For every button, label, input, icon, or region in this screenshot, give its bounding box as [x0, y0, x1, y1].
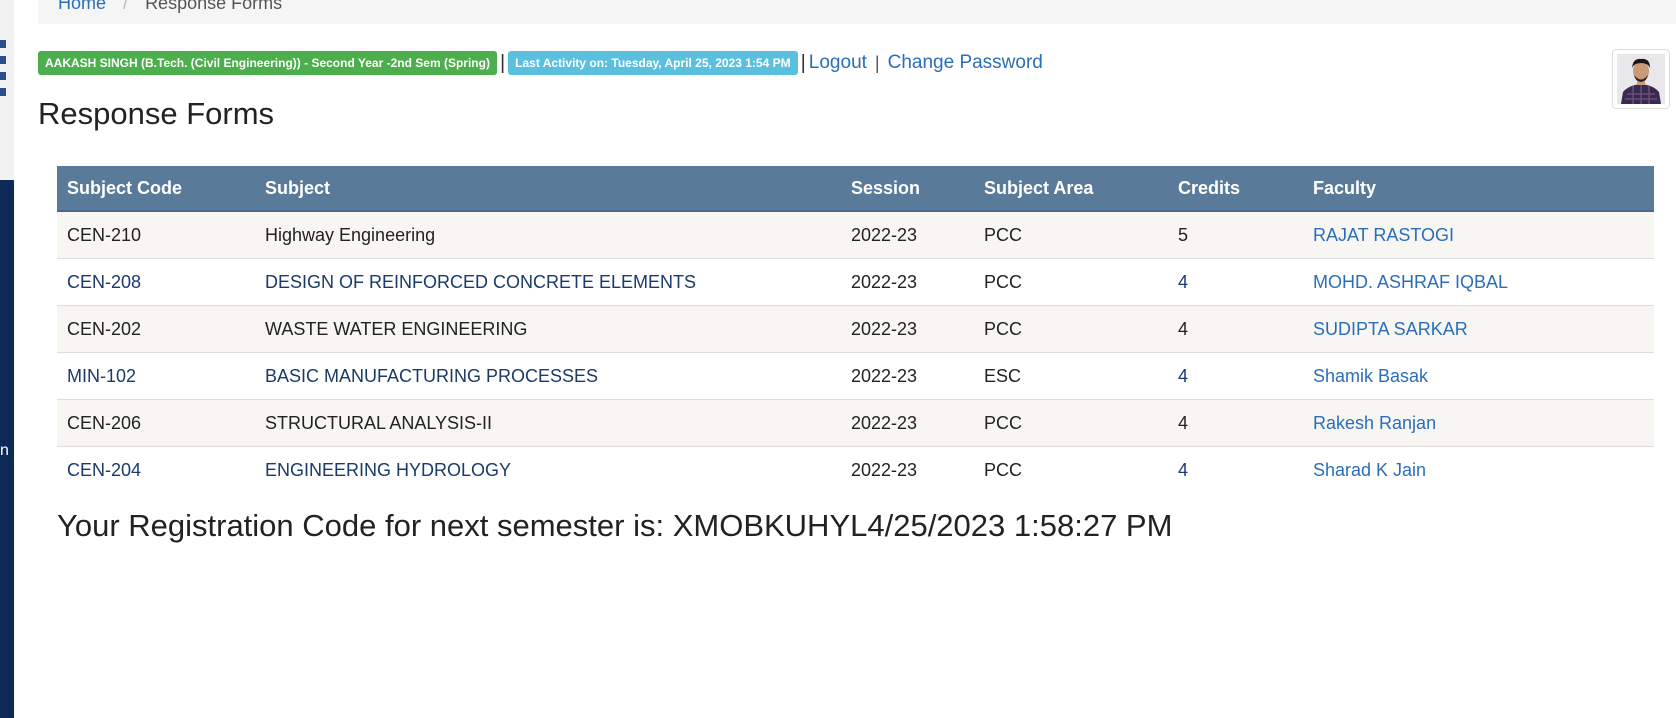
credits-cell: 5	[1168, 210, 1303, 259]
column-header-subject: Subject	[255, 166, 841, 212]
faculty-link[interactable]: Rakesh Ranjan	[1303, 399, 1654, 447]
subject-code-cell: CEN-210	[57, 210, 255, 259]
breadcrumb: Home / Response Forms	[58, 0, 282, 14]
faculty-link[interactable]: Sharad K Jain	[1303, 446, 1654, 493]
credits-cell: 4	[1168, 305, 1303, 353]
separator: |	[874, 52, 880, 73]
subject-area-cell: ESC	[974, 352, 1168, 400]
subject-area-cell: PCC	[974, 210, 1168, 259]
subject-cell: ENGINEERING HYDROLOGY	[255, 446, 841, 493]
faculty-link[interactable]: RAJAT RASTOGI	[1303, 210, 1654, 259]
sidebar-dark-panel: n	[0, 180, 14, 718]
subject-code-cell: MIN-102	[57, 352, 255, 400]
separator: |	[499, 51, 506, 74]
table-row: CEN-202 WASTE WATER ENGINEERING 2022-23 …	[57, 305, 1654, 353]
subject-cell: BASIC MANUFACTURING PROCESSES	[255, 352, 841, 400]
subject-area-cell: PCC	[974, 399, 1168, 447]
user-status-row: AAKASH SINGH (B.Tech. (Civil Engineering…	[38, 50, 1043, 76]
credits-cell: 4	[1168, 258, 1303, 306]
faculty-link[interactable]: MOHD. ASHRAF IQBAL	[1303, 258, 1654, 306]
subject-code-cell: CEN-208	[57, 258, 255, 306]
breadcrumb-bar	[38, 0, 1676, 24]
response-forms-table: Subject Code Subject Session Subject Are…	[57, 166, 1654, 493]
table-row: CEN-208 DESIGN OF REINFORCED CONCRETE EL…	[57, 258, 1654, 306]
credits-cell: 4	[1168, 399, 1303, 447]
breadcrumb-separator: /	[123, 0, 129, 13]
left-sidebar: n	[0, 0, 14, 718]
column-header-subject-area: Subject Area	[974, 166, 1168, 212]
last-activity-badge: Last Activity on: Tuesday, April 25, 202…	[508, 51, 798, 75]
subject-area-cell: PCC	[974, 446, 1168, 493]
subject-cell: Highway Engineering	[255, 210, 841, 259]
table-row: CEN-206 STRUCTURAL ANALYSIS-II 2022-23 P…	[57, 399, 1654, 447]
change-password-link[interactable]: Change Password	[888, 52, 1043, 74]
institute-logo-icon	[0, 40, 6, 96]
column-header-credits: Credits	[1168, 166, 1303, 212]
subject-cell: STRUCTURAL ANALYSIS-II	[255, 399, 841, 447]
session-cell: 2022-23	[841, 258, 974, 306]
session-cell: 2022-23	[841, 446, 974, 493]
table-header-row: Subject Code Subject Session Subject Are…	[57, 166, 1654, 212]
credits-cell: 4	[1168, 446, 1303, 493]
column-header-faculty: Faculty	[1303, 166, 1654, 212]
sidebar-edge-text: n	[0, 442, 9, 459]
user-avatar-icon	[1617, 54, 1665, 104]
table-row: CEN-204 ENGINEERING HYDROLOGY 2022-23 PC…	[57, 446, 1654, 493]
page-title: Response Forms	[38, 96, 275, 131]
credits-cell: 4	[1168, 352, 1303, 400]
registration-code: Your Registration Code for next semester…	[57, 508, 1173, 543]
table-row: MIN-102 BASIC MANUFACTURING PROCESSES 20…	[57, 352, 1654, 400]
column-header-subject-code: Subject Code	[57, 166, 255, 212]
student-info-badge: AAKASH SINGH (B.Tech. (Civil Engineering…	[38, 51, 497, 75]
faculty-link[interactable]: Shamik Basak	[1303, 352, 1654, 400]
breadcrumb-current: Response Forms	[145, 0, 283, 13]
faculty-link[interactable]: SUDIPTA SARKAR	[1303, 305, 1654, 353]
subject-code-cell: CEN-202	[57, 305, 255, 353]
table-row: CEN-210 Highway Engineering 2022-23 PCC …	[57, 210, 1654, 259]
session-cell: 2022-23	[841, 399, 974, 447]
subject-code-cell: CEN-206	[57, 399, 255, 447]
session-cell: 2022-23	[841, 210, 974, 259]
avatar[interactable]	[1612, 49, 1670, 109]
column-header-session: Session	[841, 166, 974, 212]
subject-code-cell: CEN-204	[57, 446, 255, 493]
subject-cell: WASTE WATER ENGINEERING	[255, 305, 841, 353]
session-cell: 2022-23	[841, 305, 974, 353]
subject-area-cell: PCC	[974, 305, 1168, 353]
subject-cell: DESIGN OF REINFORCED CONCRETE ELEMENTS	[255, 258, 841, 306]
separator: |	[800, 51, 806, 74]
session-cell: 2022-23	[841, 352, 974, 400]
breadcrumb-home-link[interactable]: Home	[58, 0, 106, 13]
logout-link[interactable]: Logout	[809, 52, 867, 74]
subject-area-cell: PCC	[974, 258, 1168, 306]
